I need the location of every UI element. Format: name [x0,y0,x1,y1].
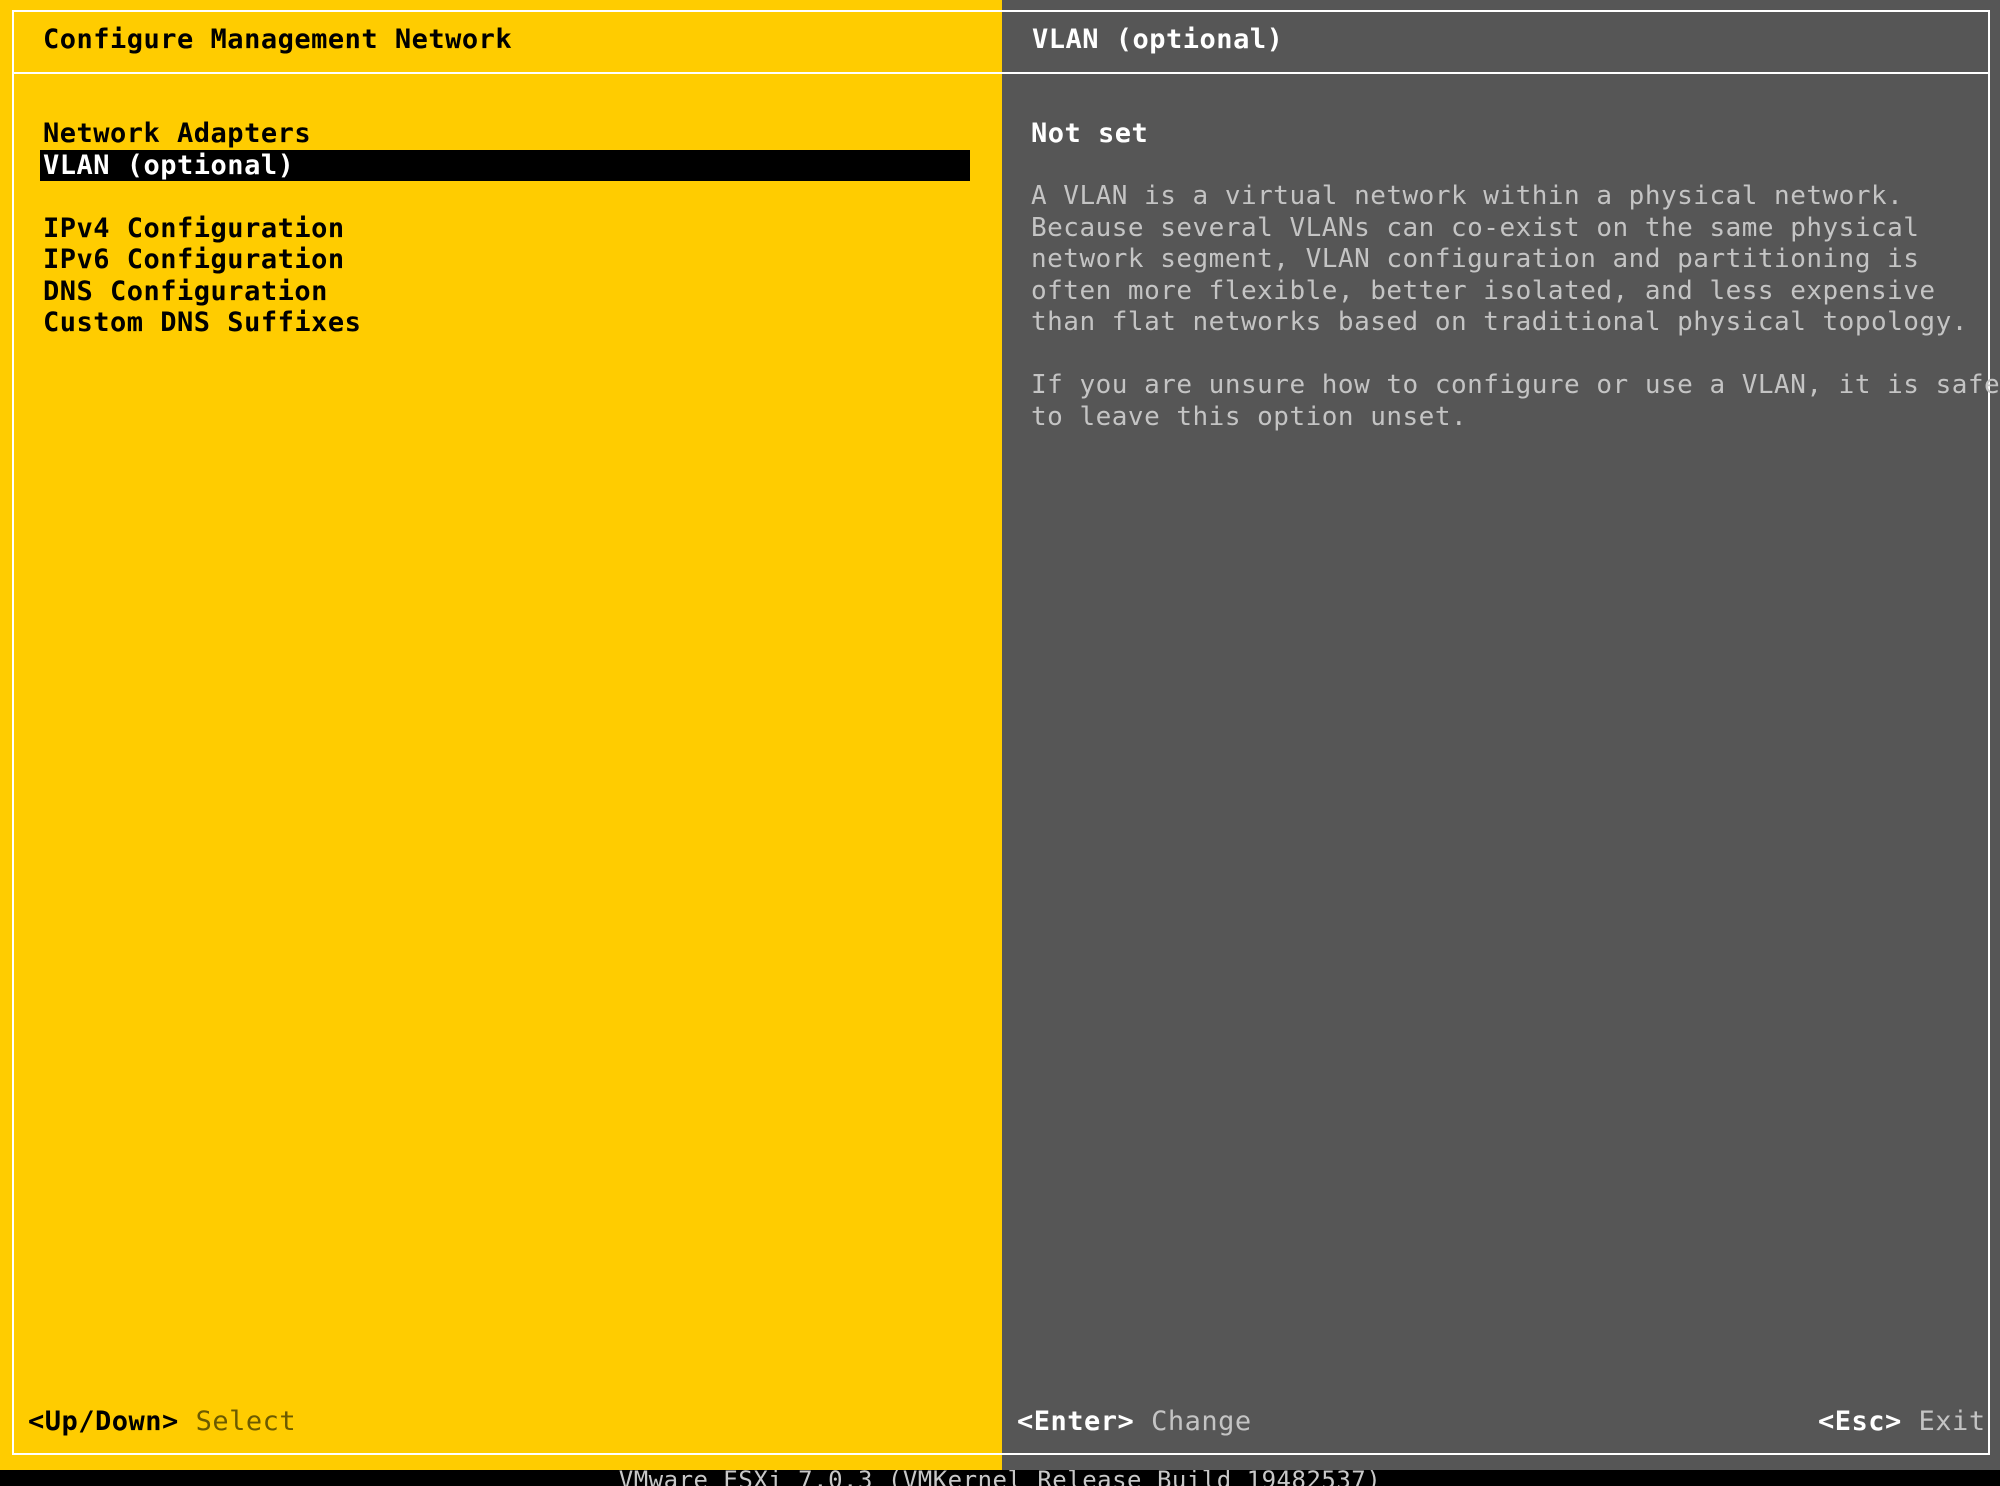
dcui-screen: Configure Management Network Network Ada… [0,0,2000,1470]
left-title-divider [12,72,1002,74]
left-frame-top [12,10,1002,12]
right-panel-title: VLAN (optional) [1032,24,1284,55]
left-panel-title: Configure Management Network [43,24,513,55]
left-frame-bottom [12,1453,1002,1455]
right-frame-top [1002,10,1990,12]
left-footer-hint: <Up/Down> Select [28,1406,296,1438]
enter-key-label: <Enter> [1017,1406,1135,1437]
change-action-label: Change [1151,1406,1252,1437]
right-title-divider [1002,72,1990,74]
esc-footer-hint: <Esc> Exit [1818,1406,1986,1438]
note-line: to leave this option unset. [1031,401,1468,432]
menu-item-network-adapters[interactable]: Network Adapters [40,118,970,150]
description-line: network segment, VLAN configuration and … [1031,244,1920,274]
vlan-description: A VLAN is a virtual network within a phy… [1031,181,1991,339]
description-line: A VLAN is a virtual network within a phy… [1031,181,1904,211]
vlan-note: If you are unsure how to configure or us… [1031,370,2000,433]
version-bar: VMware ESXi 7.0.3 (VMKernel Release Buil… [0,1470,2000,1486]
version-text: VMware ESXi 7.0.3 (VMKernel Release Buil… [618,1470,1382,1486]
exit-action-label: Exit [1918,1406,1986,1437]
config-menu: Network Adapters VLAN (optional) IPv4 Co… [40,118,970,339]
menu-item-dns-configuration[interactable]: DNS Configuration [40,276,970,308]
menu-separator [40,181,970,213]
description-line: often more flexible, better isolated, an… [1031,275,1936,306]
menu-item-vlan[interactable]: VLAN (optional) [40,149,970,181]
description-line: than flat networks based on traditional … [1031,307,1968,337]
vlan-details: Not set A VLAN is a virtual network with… [1031,118,2000,433]
menu-item-custom-dns-suffixes[interactable]: Custom DNS Suffixes [40,307,970,339]
up-down-key-label: <Up/Down> [28,1406,179,1437]
vlan-status-value: Not set [1031,118,1149,149]
description-line: Because several VLANs can co-exist on th… [1031,212,1920,243]
select-action-label: Select [195,1406,297,1437]
esc-key-label: <Esc> [1818,1406,1902,1437]
enter-footer-hint: <Enter> Change [1017,1406,1252,1438]
menu-item-ipv6-configuration[interactable]: IPv6 Configuration [40,244,970,276]
left-frame-left [12,10,14,1455]
menu-item-ipv4-configuration[interactable]: IPv4 Configuration [40,213,970,245]
note-line: If you are unsure how to configure or us… [1031,370,2000,400]
right-frame-bottom [1002,1453,1990,1455]
